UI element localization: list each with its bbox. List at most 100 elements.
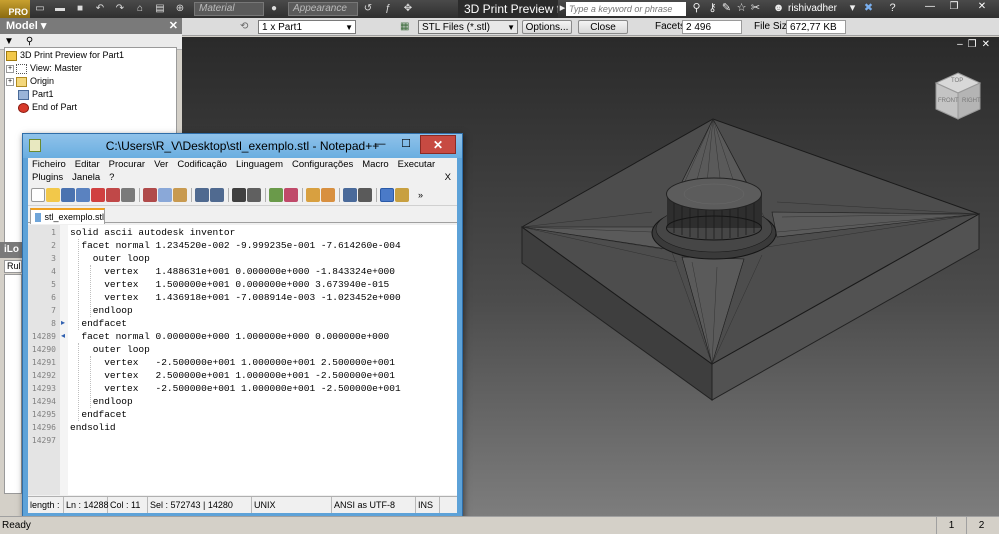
material-combo[interactable]: Material [194, 2, 264, 16]
move-icon[interactable]: ✥ [401, 3, 415, 15]
code-line[interactable]: endloop [70, 304, 133, 317]
viewcube-top-label[interactable]: TOP [951, 78, 963, 84]
page-indicator-1[interactable]: 1 [936, 517, 966, 534]
minimize-button[interactable]: — [920, 0, 940, 14]
search-input[interactable]: Type a keyword or phrase [566, 2, 686, 16]
copy-icon[interactable] [158, 187, 172, 202]
options-button[interactable]: Options... [522, 20, 572, 34]
word-wrap-icon[interactable] [343, 187, 357, 202]
indent-guide-icon[interactable] [380, 187, 394, 202]
print-icon[interactable]: ▤ [153, 3, 167, 15]
maximize-button[interactable]: ☐ [394, 137, 418, 153]
undo-icon[interactable] [195, 187, 209, 202]
zoom-out-icon[interactable] [284, 187, 298, 202]
code-line[interactable]: vertex 1.436918e+001 -7.008914e-003 -1.0… [70, 291, 400, 304]
code-line[interactable]: outer loop [70, 252, 150, 265]
menu-plugins[interactable]: Plugins [32, 171, 63, 184]
exchange-icon[interactable]: ✖ [862, 2, 875, 15]
menu-ver[interactable]: Ver [154, 158, 168, 171]
code-line[interactable]: vertex -2.500000e+001 1.000000e+001 2.50… [70, 356, 395, 369]
chevron-down-icon[interactable]: ▾ [846, 2, 859, 15]
filter-icon[interactable]: ▼ [4, 36, 14, 47]
redo-icon[interactable]: ↷ [113, 3, 127, 15]
tree-item-part1[interactable]: Part1 [18, 88, 54, 101]
open-file-icon[interactable] [46, 187, 60, 202]
toolbar-overflow-icon[interactable]: » [418, 190, 423, 200]
wrench-icon[interactable]: ✂ [749, 2, 762, 15]
paste-icon[interactable] [173, 187, 187, 202]
tree-item-end-of-part[interactable]: End of Part [18, 101, 77, 114]
notepadpp-window[interactable]: C:\Users\R_V\Desktop\stl_exemplo.stl - N… [22, 133, 463, 519]
user-icon[interactable]: ☻ [772, 2, 785, 15]
new-icon[interactable]: ▭ [33, 3, 47, 15]
menu-linguagem[interactable]: Linguagem [236, 158, 283, 171]
menu-codificacao[interactable]: Codificação [177, 158, 227, 171]
parameters-icon[interactable]: ƒ [381, 3, 395, 15]
user-name[interactable]: rishivadher [788, 0, 837, 18]
tree-item-view[interactable]: + View: Master [6, 62, 82, 75]
menu-configuracoes[interactable]: Configurações [292, 158, 353, 171]
code-line[interactable]: vertex -2.500000e+001 1.000000e+001 -2.5… [70, 382, 400, 395]
close-all-icon[interactable] [106, 187, 120, 202]
fold-marker-icon[interactable]: ▸ [61, 319, 67, 327]
menu-help[interactable]: ? [109, 171, 114, 184]
sync-horizontal-icon[interactable] [321, 187, 335, 202]
clear-icon[interactable]: ↺ [361, 3, 375, 15]
chevron-down-icon[interactable]: ▾ [41, 20, 47, 32]
undo-icon[interactable]: ↶ [93, 3, 107, 15]
code-line[interactable]: endloop [70, 395, 133, 408]
print-icon[interactable] [121, 187, 135, 202]
menu-editar[interactable]: Editar [75, 158, 100, 171]
zoom-in-icon[interactable] [269, 187, 283, 202]
close-file-icon[interactable] [91, 187, 105, 202]
viewcube-front-label[interactable]: FRONT [938, 98, 959, 104]
part-select[interactable]: 1 x Part1 ▼ [258, 20, 356, 34]
code-line[interactable]: vertex 1.500000e+001 0.000000e+000 3.673… [70, 278, 389, 291]
open-icon[interactable]: ▬ [53, 3, 67, 15]
viewcube-right-label[interactable]: RIGHT [962, 98, 981, 104]
expand-icon[interactable]: + [6, 64, 14, 73]
tree-item-preview[interactable]: 3D Print Preview for Part1 [6, 49, 124, 62]
ilogic-rules-tab[interactable]: Rul [4, 260, 22, 273]
show-all-chars-icon[interactable] [358, 187, 372, 202]
fold-marker-icon[interactable]: ◂ [61, 332, 67, 340]
restore-button[interactable]: ❐ [944, 0, 964, 14]
save-icon[interactable] [61, 187, 75, 202]
select-icon[interactable]: ⊕ [173, 3, 187, 15]
menu-macro[interactable]: Macro [362, 158, 388, 171]
menu-janela[interactable]: Janela [72, 171, 100, 184]
close-icon[interactable]: ✕ [169, 18, 178, 34]
appearance-icon[interactable]: ● [267, 3, 281, 15]
code-line[interactable]: solid ascii autodesk inventor [70, 226, 235, 239]
save-all-icon[interactable] [76, 187, 90, 202]
key-icon[interactable]: ⚷ [706, 2, 719, 15]
application-menu-button[interactable]: PRO [0, 0, 30, 18]
tab-stl-exemplo[interactable]: stl_exemplo.stl [30, 208, 105, 224]
sync-vertical-icon[interactable] [306, 187, 320, 202]
replace-icon[interactable] [247, 187, 261, 202]
help-icon[interactable]: ? [886, 2, 899, 15]
star-icon[interactable]: ☆ [735, 2, 748, 15]
redo-icon[interactable] [210, 187, 224, 202]
search-icon[interactable]: ⚲ [26, 36, 33, 47]
tools-icon[interactable]: ✎ [720, 2, 733, 15]
text-editor[interactable]: 1 2 3 4 5 6 7 8 14289 14290 14291 14292 14293 14294 14… [28, 225, 457, 495]
code-line[interactable]: facet normal 1.234520e-002 -9.999235e-00… [70, 239, 400, 252]
code-line[interactable]: outer loop [70, 343, 150, 356]
close-document-icon[interactable]: X [445, 171, 451, 184]
viewcube[interactable]: TOP FRONT RIGHT [934, 71, 982, 123]
minimize-button[interactable]: — [368, 137, 392, 153]
code-line[interactable]: vertex 2.500000e+001 1.000000e+001 -2.50… [70, 369, 395, 382]
find-icon[interactable] [232, 187, 246, 202]
menu-procurar[interactable]: Procurar [109, 158, 145, 171]
menu-ficheiro[interactable]: Ficheiro [32, 158, 66, 171]
binoculars-icon[interactable]: ⚲ [690, 2, 703, 15]
close-preview-button[interactable]: Close [578, 20, 628, 34]
appearance-combo[interactable]: Appearance [288, 2, 358, 16]
expand-icon[interactable]: + [6, 77, 14, 86]
close-button[interactable]: ✕ [420, 135, 456, 154]
page-indicator-2[interactable]: 2 [966, 517, 996, 534]
cut-icon[interactable] [143, 187, 157, 202]
document-map-icon[interactable] [395, 187, 409, 202]
orbit-icon[interactable]: ⟲ [240, 20, 254, 34]
